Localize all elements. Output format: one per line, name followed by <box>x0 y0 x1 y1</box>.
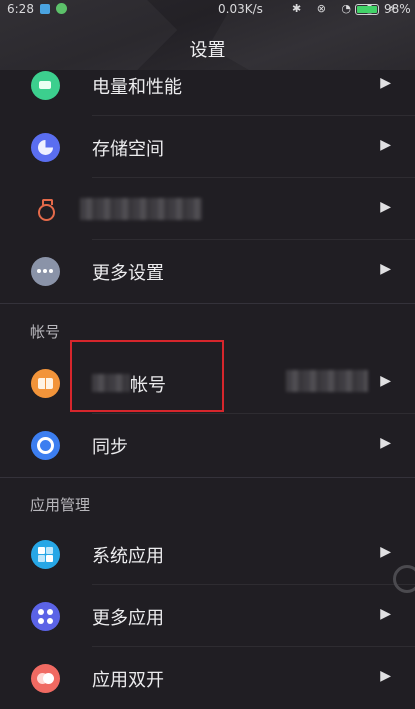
section-divider <box>0 303 415 304</box>
battery-level <box>357 6 377 13</box>
row-label: 系统应用 <box>92 546 164 567</box>
row-system-apps[interactable]: 系统应用 ▶ <box>0 523 415 585</box>
storage-pie-icon <box>31 133 60 162</box>
system-apps-icon <box>31 540 60 569</box>
floating-ball-icon[interactable] <box>393 565 415 593</box>
status-time: 6:28 <box>7 2 34 16</box>
row-label: 电量和性能 <box>92 77 182 98</box>
chevron-right-icon: ▶ <box>380 544 391 560</box>
row-label: 更多设置 <box>92 263 164 284</box>
more-apps-icon <box>31 602 60 631</box>
redacted-text <box>80 198 202 220</box>
dual-apps-icon <box>31 664 60 693</box>
redacted-account-value <box>286 370 368 392</box>
chevron-right-icon: ▶ <box>380 75 391 91</box>
status-icons: ✱ ⊗ ◔ ▮ ⚡ <box>292 2 402 15</box>
row-label: 应用双开 <box>92 670 164 691</box>
highlight-box <box>70 340 224 412</box>
status-bar: 6:28 0.03K/s ✱ ⊗ ◔ ▮ ⚡ 98% <box>0 0 415 20</box>
notification-wechat-icon <box>56 3 67 14</box>
row-label: 存储空间 <box>92 139 164 160</box>
ring-icon <box>31 195 60 224</box>
network-speed: 0.03K/s <box>218 2 263 16</box>
chevron-right-icon: ▶ <box>380 435 391 451</box>
section-divider <box>0 477 415 478</box>
battery-percent: 98% <box>384 2 411 16</box>
row-label: 同步 <box>92 437 128 458</box>
row-more-settings[interactable]: 更多设置 ▶ <box>0 240 415 302</box>
chevron-right-icon: ▶ <box>380 606 391 622</box>
row-storage[interactable]: 存储空间 ▶ <box>0 116 415 178</box>
chevron-right-icon: ▶ <box>380 199 391 215</box>
row-more-apps[interactable]: 更多应用 ▶ <box>0 585 415 647</box>
chevron-right-icon: ▶ <box>380 668 391 684</box>
account-book-icon <box>31 369 60 398</box>
row-dual-apps[interactable]: 应用双开 ▶ <box>0 647 415 709</box>
row-battery-performance[interactable]: 电量和性能 ▶ <box>0 54 415 116</box>
row-sync[interactable]: 同步 ▶ <box>0 414 415 476</box>
chevron-right-icon: ▶ <box>380 137 391 153</box>
section-header-account: 帐号 <box>30 323 61 341</box>
chevron-right-icon: ▶ <box>380 261 391 277</box>
more-dots-icon <box>31 257 60 286</box>
section-header-apps: 应用管理 <box>30 496 91 514</box>
row-redacted[interactable]: ▶ <box>0 178 415 240</box>
battery-icon <box>355 4 379 15</box>
sync-icon <box>31 431 60 460</box>
battery-icon <box>31 71 60 100</box>
row-label: 更多应用 <box>92 608 164 629</box>
notification-app-icon <box>40 4 50 14</box>
chevron-right-icon: ▶ <box>380 373 391 389</box>
